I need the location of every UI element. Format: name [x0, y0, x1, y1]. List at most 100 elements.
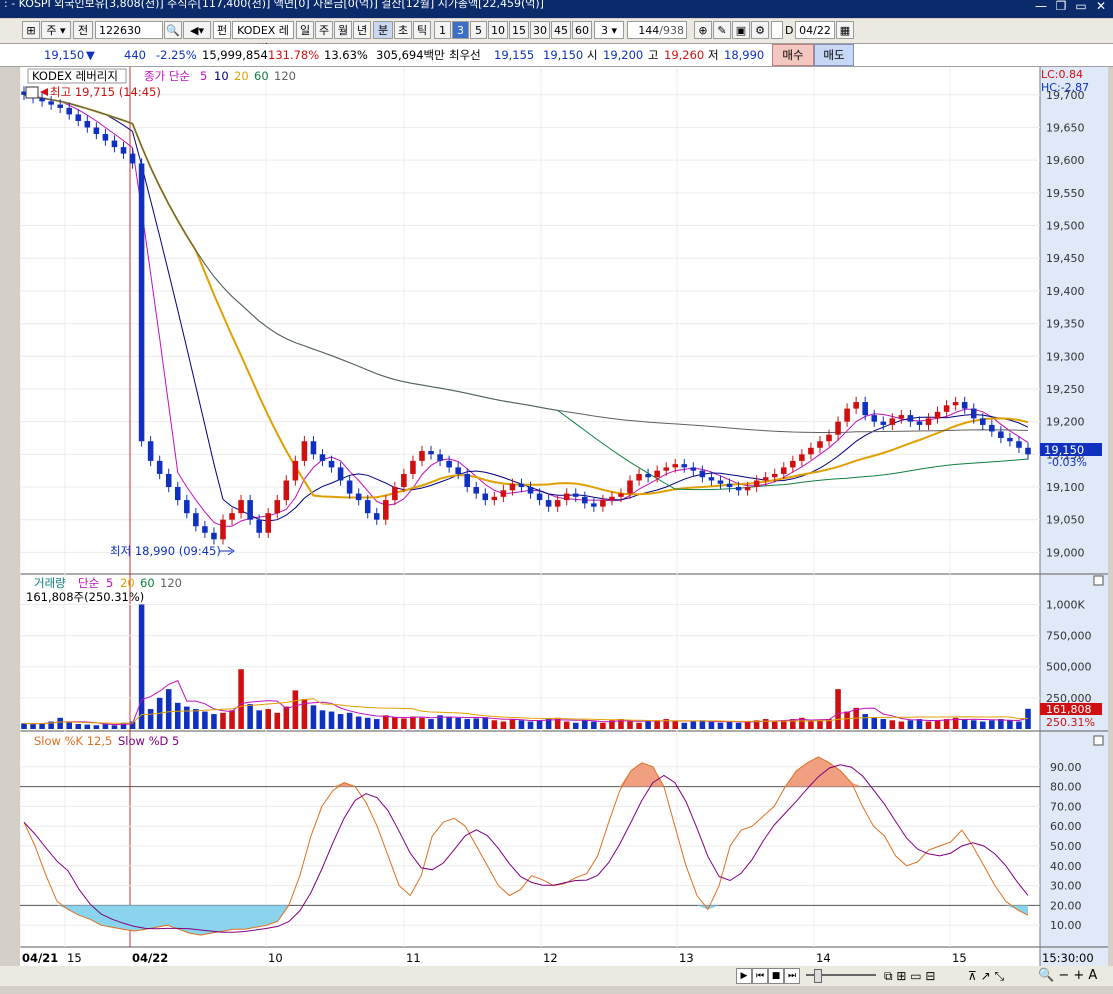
code-input[interactable]: 122630	[95, 21, 163, 39]
date-input[interactable]: 04/22	[795, 21, 835, 39]
interval-5[interactable]: 5	[470, 21, 487, 39]
candle-body	[699, 470, 706, 478]
open-label: 시	[587, 48, 598, 62]
close-button[interactable]: ✕	[1092, 0, 1110, 14]
volume-panel-close-icon[interactable]	[1093, 575, 1104, 586]
save-icon[interactable]: ▣	[732, 21, 750, 39]
period-month[interactable]: 월	[334, 21, 352, 39]
candle-body	[84, 120, 91, 128]
x-axis-time-label: 15:30:00	[1042, 951, 1094, 965]
candle-body	[410, 460, 416, 474]
interval-select[interactable]: 3 ▾	[594, 21, 624, 39]
sell-button[interactable]: 매도	[814, 44, 854, 66]
link-icon[interactable]: ⊞	[22, 21, 40, 39]
candle-body	[572, 493, 579, 497]
minimize-button[interactable]: —	[1032, 0, 1050, 14]
price-legend-prefix: 종가 단순	[144, 69, 190, 83]
period-year[interactable]: 년	[353, 21, 371, 39]
volume-bar	[961, 719, 968, 729]
volume-bar	[75, 724, 82, 729]
price-tick-label: 19,350	[1046, 318, 1085, 331]
candle-body	[147, 441, 154, 461]
sound-icon[interactable]: ◀▾	[183, 21, 211, 39]
candle-body	[1007, 437, 1013, 442]
interval-10[interactable]: 10	[488, 21, 508, 39]
stoch-tick-label: 90.00	[1050, 761, 1082, 774]
market-type-select[interactable]: 주 ▾	[41, 21, 71, 39]
d-label: D	[785, 24, 794, 37]
maximize-button[interactable]: ▭	[1072, 0, 1090, 14]
price-tick-label: 19,550	[1046, 187, 1085, 200]
period-minute[interactable]: 분	[373, 21, 393, 39]
candle-body	[75, 114, 82, 121]
add-tool-icon[interactable]: ⊕	[694, 21, 712, 39]
volume-bar	[500, 721, 507, 729]
candle-body	[364, 500, 371, 514]
candle-body	[663, 467, 669, 471]
hc-label: HC:-2.87	[1041, 81, 1089, 94]
prefix-button[interactable]: 전	[73, 21, 93, 39]
candle-body	[419, 451, 425, 461]
candle-body	[844, 408, 850, 422]
last-icon[interactable]: ⏭	[784, 968, 800, 984]
x-tick-label: 15	[67, 951, 82, 965]
candle-body	[39, 98, 45, 102]
view-options-icon[interactable]: ⧉ ⊞ ▭ ⊟	[884, 969, 935, 984]
candle-body	[654, 470, 660, 478]
volume-bar	[862, 714, 868, 729]
down-arrow-icon: ▼	[86, 48, 95, 62]
table-icon[interactable]	[25, 86, 39, 99]
period-tick[interactable]: 틱	[413, 21, 431, 39]
gear-icon[interactable]: ⚙	[751, 21, 769, 39]
drawing-tools-icon[interactable]: ⊼ ↗ ⤡	[968, 969, 1004, 984]
quote-bar: 19,150 ▼ 440 -2.25% 15,999,854 131.78% 1…	[0, 44, 1113, 67]
interval-30[interactable]: 30	[530, 21, 550, 39]
zoom-slider-handle[interactable]	[814, 969, 822, 983]
calendar-icon[interactable]: ▦	[836, 21, 854, 39]
interval-60[interactable]: 60	[572, 21, 592, 39]
d-checkbox[interactable]	[771, 21, 783, 39]
candle-body	[129, 153, 136, 164]
stoch-tick-label: 30.00	[1050, 880, 1082, 893]
candle-body	[138, 163, 145, 442]
zoom-controls-icon[interactable]: 🔍 − + A	[1038, 968, 1097, 983]
volume-bar	[473, 718, 480, 729]
stoch-tick-label: 40.00	[1050, 860, 1082, 873]
volume-bar	[482, 717, 489, 729]
stop-icon[interactable]: ■	[768, 968, 784, 984]
period-week[interactable]: 주	[315, 21, 333, 39]
price-tick-label: 19,250	[1046, 383, 1085, 396]
search-icon[interactable]: 🔍	[164, 21, 182, 39]
drawing-tool-icon[interactable]: ✎	[713, 21, 731, 39]
volume-bar	[871, 717, 878, 729]
buy-button[interactable]: 매수	[772, 44, 814, 66]
candle-body	[889, 418, 896, 425]
volume-bar	[66, 722, 73, 729]
volume-bar	[346, 712, 353, 729]
volume-bar	[690, 721, 697, 729]
volume-bar	[645, 721, 651, 729]
interval-45[interactable]: 45	[551, 21, 571, 39]
volume-bar	[907, 720, 914, 729]
candle-body	[799, 454, 805, 461]
bottom-toolbar: ▶ ⏮ ■ ⏭ ⧉ ⊞ ▭ ⊟ ⊼ ↗ ⤡ 🔍 − + A	[0, 966, 1113, 986]
price-tick-label: 19,400	[1046, 285, 1085, 298]
interval-15[interactable]: 15	[509, 21, 529, 39]
scroll-right-icon[interactable]: ▶	[736, 968, 752, 984]
stoch-panel-close-icon[interactable]	[1093, 735, 1104, 746]
period-second[interactable]: 초	[394, 21, 412, 39]
volume-bar	[319, 710, 326, 729]
first-icon[interactable]: ⏮	[752, 968, 768, 984]
count-display[interactable]: 144/938	[627, 21, 687, 39]
volume-bar	[600, 722, 606, 729]
restore-button[interactable]: ❐	[1052, 0, 1070, 14]
period-day[interactable]: 일	[296, 21, 314, 39]
interval-1[interactable]: 1	[434, 21, 451, 39]
volume-bar	[328, 711, 335, 729]
candle-body	[229, 513, 235, 520]
candle-body	[464, 473, 470, 488]
interval-3[interactable]: 3	[452, 21, 469, 39]
volume-bar	[880, 719, 887, 729]
volume-bar	[383, 715, 389, 729]
chart-area[interactable]: 19,70019,65019,60019,55019,50019,45019,4…	[20, 67, 1108, 967]
